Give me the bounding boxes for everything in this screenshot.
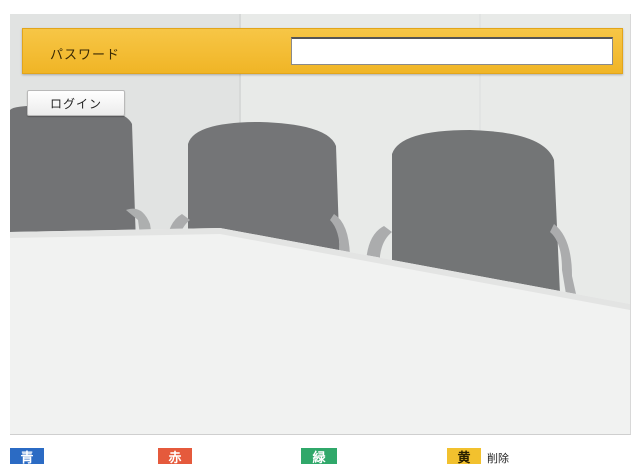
password-label: パスワード bbox=[50, 48, 121, 63]
yellow-key-button[interactable]: 黄 bbox=[447, 448, 481, 465]
camera-view: パスワード ログイン bbox=[10, 14, 631, 435]
red-key-button[interactable]: 赤 bbox=[158, 448, 192, 465]
green-key-button[interactable]: 緑 bbox=[301, 448, 337, 465]
password-bar: パスワード bbox=[22, 28, 623, 74]
photo-overlay bbox=[10, 14, 630, 434]
blue-key-button[interactable]: 青 bbox=[10, 448, 44, 465]
color-key-legend: 青 赤 緑 黄 削除 bbox=[0, 440, 634, 465]
top-strip bbox=[0, 0, 634, 14]
login-button[interactable]: ログイン bbox=[27, 90, 125, 116]
password-input[interactable] bbox=[291, 37, 613, 65]
